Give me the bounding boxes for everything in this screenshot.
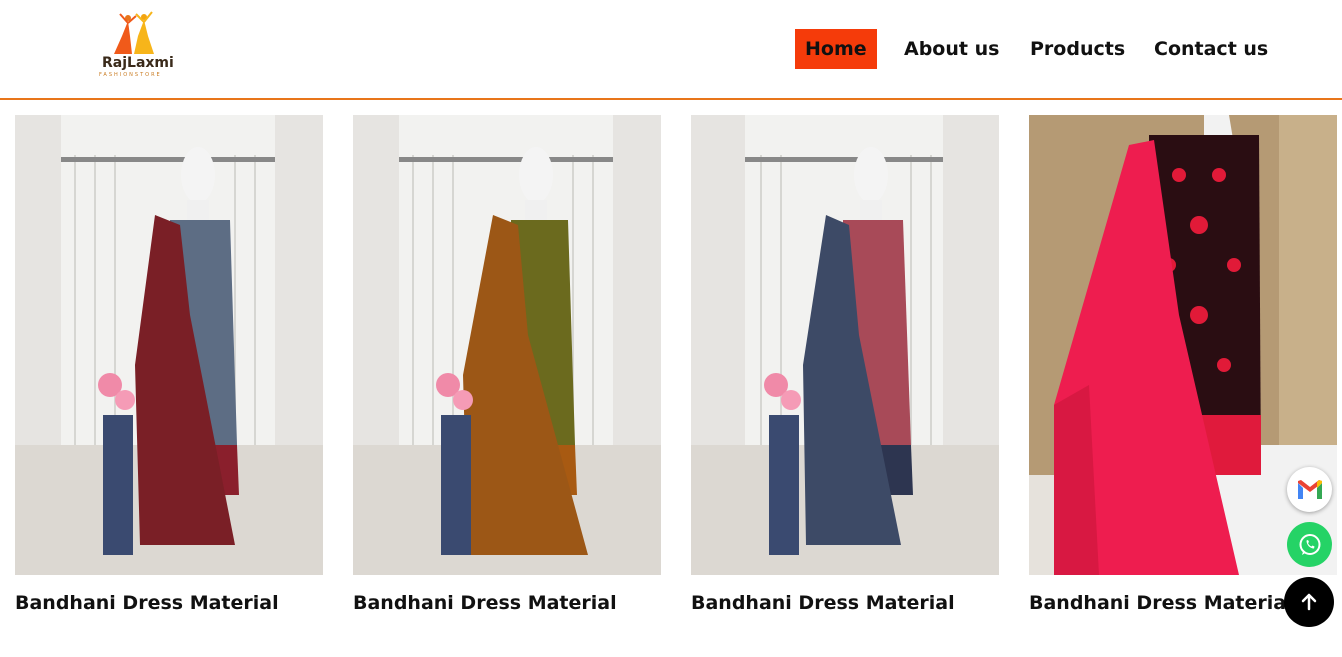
- product-image-2[interactable]: [353, 115, 661, 575]
- nav-products[interactable]: Products: [1030, 29, 1125, 69]
- product-image-4[interactable]: [1029, 115, 1337, 575]
- gmail-button[interactable]: [1287, 467, 1332, 512]
- site-header: RajLaxmi FASHIONSTORE Home About us Prod…: [0, 0, 1342, 100]
- product-title-4[interactable]: Bandhani Dress Material: [1029, 592, 1293, 614]
- product-image-1[interactable]: [15, 115, 323, 575]
- product-title-3[interactable]: Bandhani Dress Material: [691, 592, 955, 614]
- product-image-3[interactable]: [691, 115, 999, 575]
- product-title-1[interactable]: Bandhani Dress Material: [15, 592, 279, 614]
- gmail-icon: [1297, 479, 1322, 499]
- whatsapp-button[interactable]: [1287, 522, 1332, 567]
- logo-subtext: FASHIONSTORE: [99, 72, 162, 78]
- nav-home[interactable]: Home: [795, 29, 877, 69]
- arrow-up-icon: [1301, 593, 1317, 611]
- product-title-2[interactable]: Bandhani Dress Material: [353, 592, 617, 614]
- whatsapp-icon: [1299, 533, 1320, 555]
- nav-about-us[interactable]: About us: [904, 29, 999, 69]
- nav-contact-us[interactable]: Contact us: [1154, 29, 1268, 69]
- logo-text: RajLaxmi: [102, 55, 174, 71]
- scroll-top-button[interactable]: [1284, 577, 1334, 627]
